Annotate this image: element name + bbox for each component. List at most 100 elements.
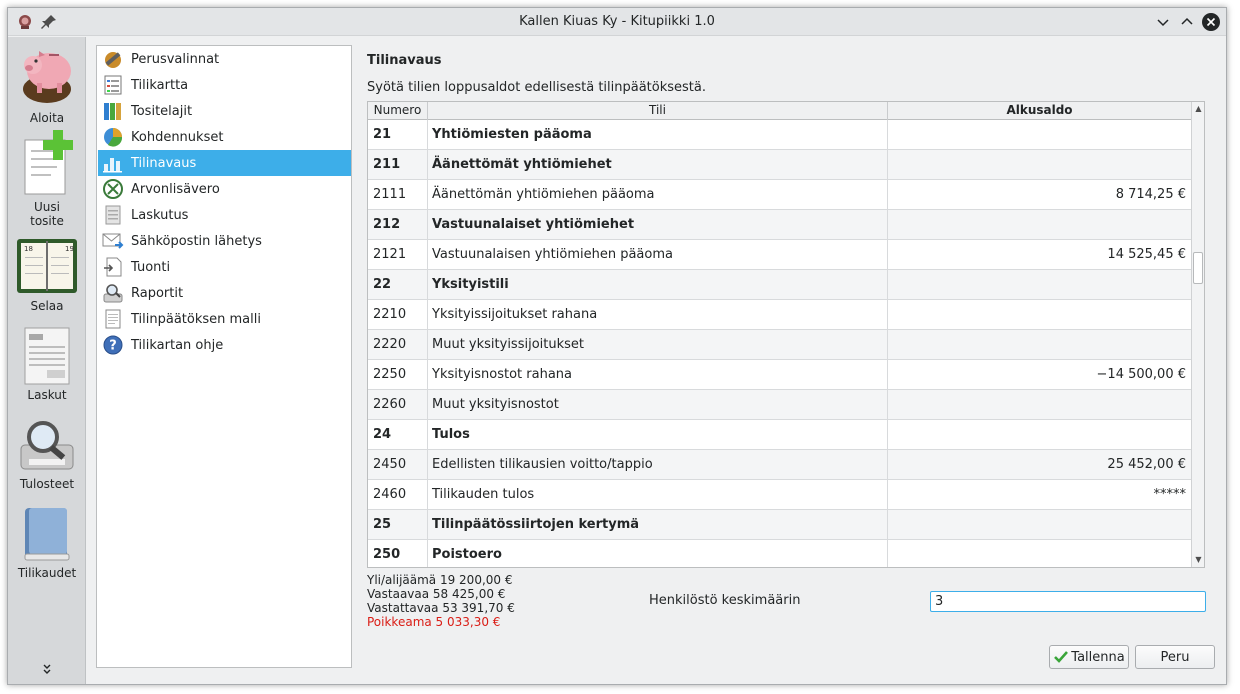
sidebar-label-line2: tosite [30, 214, 64, 228]
nav-item-tilinpaatoksen-malli[interactable]: Tilinpäätöksen malli [98, 306, 351, 332]
opening-balance-cell[interactable] [888, 510, 1191, 539]
sidebar-item-tilikaudet[interactable]: Tilikaudet [8, 504, 86, 580]
account-number-cell: 2111 [368, 180, 428, 209]
help-icon: ? [103, 335, 123, 355]
account-number-cell: 24 [368, 420, 428, 449]
opening-balance-cell[interactable] [888, 210, 1191, 239]
list-icon [104, 75, 122, 95]
nav-label: Kohdennukset [131, 129, 224, 145]
page-title: Tilinavaus [367, 53, 442, 68]
nav-item-tilinavaus[interactable]: Tilinavaus [98, 150, 351, 176]
account-name-cell: Edellisten tilikausien voitto/tappio [428, 450, 888, 479]
column-header-tili[interactable]: Tili [428, 102, 888, 120]
nav-label: Tilinavaus [131, 155, 197, 171]
table-scrollbar[interactable]: ▲ ▼ [1191, 102, 1204, 567]
difference-text: Poikkeama 5 033,30 € [367, 615, 501, 629]
nav-item-arvonlisavero[interactable]: Arvonlisävero [98, 176, 351, 202]
account-number-cell: 211 [368, 150, 428, 179]
opening-balance-cell[interactable] [888, 300, 1191, 329]
opening-balance-cell[interactable] [888, 270, 1191, 299]
table-row[interactable]: 25 Tilinpäätössiirtojen kertymä [368, 510, 1191, 540]
sidebar-label: Selaa [30, 299, 64, 313]
close-icon[interactable] [1201, 12, 1221, 32]
scroll-up-icon[interactable]: ▲ [1192, 102, 1204, 116]
account-name-cell: Vastuunalaiset yhtiömiehet [428, 210, 888, 239]
mail-icon [102, 233, 124, 249]
sidebar-item-aloita[interactable]: Aloita [8, 41, 86, 125]
sidebar-item-uusi-tosite[interactable]: Uusi tosite [8, 130, 86, 228]
nav-item-tositelajit[interactable]: Tositelajit [98, 98, 351, 124]
sidebar-item-laskut[interactable]: Laskut [8, 324, 86, 402]
opening-balance-cell[interactable]: 8 714,25 € [888, 180, 1191, 209]
nav-item-laskutus[interactable]: Laskutus [98, 202, 351, 228]
column-header-numero[interactable]: Numero [368, 102, 428, 120]
table-row[interactable]: 211 Äänettömät yhtiömiehet [368, 150, 1191, 180]
opening-balance-cell[interactable]: ***** [888, 480, 1191, 509]
opening-balance-cell[interactable] [888, 120, 1191, 149]
opening-balance-table: Numero Tili Alkusaldo 21 Yhtiömiesten pää… [367, 101, 1205, 568]
sidebar-item-tulosteet[interactable]: Tulosteet [8, 415, 86, 491]
table-row[interactable]: 2450 Edellisten tilikausien voitto/tappio… [368, 450, 1191, 480]
table-row[interactable]: 2220 Muut yksityissijoitukset [368, 330, 1191, 360]
nav-item-tilikartta[interactable]: Tilikartta [98, 72, 351, 98]
column-header-alkusaldo[interactable]: Alkusaldo [888, 102, 1191, 120]
cancel-button[interactable]: Peru [1135, 645, 1215, 669]
nav-label: Tositelajit [131, 103, 193, 119]
account-number-cell: 2460 [368, 480, 428, 509]
table-row[interactable]: 2121 Vastuunalaisen yhtiömiehen pääoma 14 … [368, 240, 1191, 270]
table-row[interactable]: 21 Yhtiömiesten pääoma [368, 120, 1191, 150]
table-row[interactable]: 2260 Muut yksityisnostot [368, 390, 1191, 420]
staff-average-input[interactable] [930, 591, 1206, 612]
nav-item-tuonti[interactable]: Tuonti [98, 254, 351, 280]
table-row[interactable]: 2460 Tilikauden tulos ***** [368, 480, 1191, 510]
sidebar-item-selaa[interactable]: 18 19 Selaa [8, 235, 86, 313]
account-name-cell: Tilikauden tulos [428, 480, 888, 509]
checkmark-icon [1054, 651, 1069, 663]
nav-item-sahkopostin-lahetys[interactable]: Sähköpostin lähetys [98, 228, 351, 254]
account-name-cell: Yksityistili [428, 270, 888, 299]
table-row[interactable]: 22 Yksityistili [368, 270, 1191, 300]
nav-label: Tilikartan ohje [131, 337, 224, 353]
save-button[interactable]: Tallenna [1049, 645, 1129, 669]
vat-icon [103, 179, 123, 199]
table-row[interactable]: 212 Vastuunalaiset yhtiömiehet [368, 210, 1191, 240]
printer-magnifier-icon [20, 421, 74, 470]
surplus-text: Yli/alijäämä 19 200,00 € [367, 573, 513, 587]
opening-balance-cell[interactable]: −14 500,00 € [888, 360, 1191, 389]
piggy-bank-icon [23, 51, 71, 103]
table-row[interactable]: 2210 Yksityissijoitukset rahana [368, 300, 1191, 330]
bar-chart-icon [103, 158, 122, 173]
opening-balance-cell[interactable] [888, 420, 1191, 449]
nav-item-tilikartan-ohje[interactable]: ? Tilikartan ohje [98, 332, 351, 358]
table-row[interactable]: 24 Tulos [368, 420, 1191, 450]
nav-label: Tuonti [131, 259, 171, 275]
table-row[interactable]: 2250 Yksityisnostot rahana −14 500,00 € [368, 360, 1191, 390]
nav-item-raportit[interactable]: Raportit [98, 280, 351, 306]
opening-balance-cell[interactable]: 25 452,00 € [888, 450, 1191, 479]
scrollbar-thumb[interactable] [1193, 252, 1203, 284]
account-name-cell: Äänettömän yhtiömiehen pääoma [428, 180, 888, 209]
app-window: Kallen Kiuas Ky - Kitupiikki 1.0 Aloita … [7, 7, 1227, 685]
table-row[interactable]: 250 Poistoero [368, 540, 1191, 567]
sidebar-more-button[interactable] [42, 664, 52, 679]
invoice-icon [24, 327, 70, 385]
sidebar-label: Tulosteet [19, 477, 75, 491]
nav-label: Tilikartta [131, 77, 189, 93]
table-row[interactable]: 2111 Äänettömän yhtiömiehen pääoma 8 714,2… [368, 180, 1191, 210]
scroll-down-icon[interactable]: ▼ [1192, 553, 1204, 567]
opening-balance-cell[interactable] [888, 390, 1191, 419]
opening-balance-cell[interactable] [888, 150, 1191, 179]
table-header: Numero Tili Alkusaldo [368, 102, 1191, 120]
nav-item-perusvalinnat[interactable]: Perusvalinnat [98, 46, 351, 72]
opening-balance-cell[interactable]: 14 525,45 € [888, 240, 1191, 269]
opening-balance-cell[interactable] [888, 540, 1191, 567]
title-bar: Kallen Kiuas Ky - Kitupiikki 1.0 [8, 8, 1226, 36]
opening-balance-cell[interactable] [888, 330, 1191, 359]
maximize-icon[interactable] [1177, 12, 1197, 32]
svg-text:?: ? [109, 339, 117, 354]
account-number-cell: 2250 [368, 360, 428, 389]
account-number-cell: 2121 [368, 240, 428, 269]
nav-item-kohdennukset[interactable]: Kohdennukset [98, 124, 351, 150]
calendar-book-icon: 18 19 [17, 239, 77, 293]
minimize-icon[interactable] [1153, 12, 1173, 32]
